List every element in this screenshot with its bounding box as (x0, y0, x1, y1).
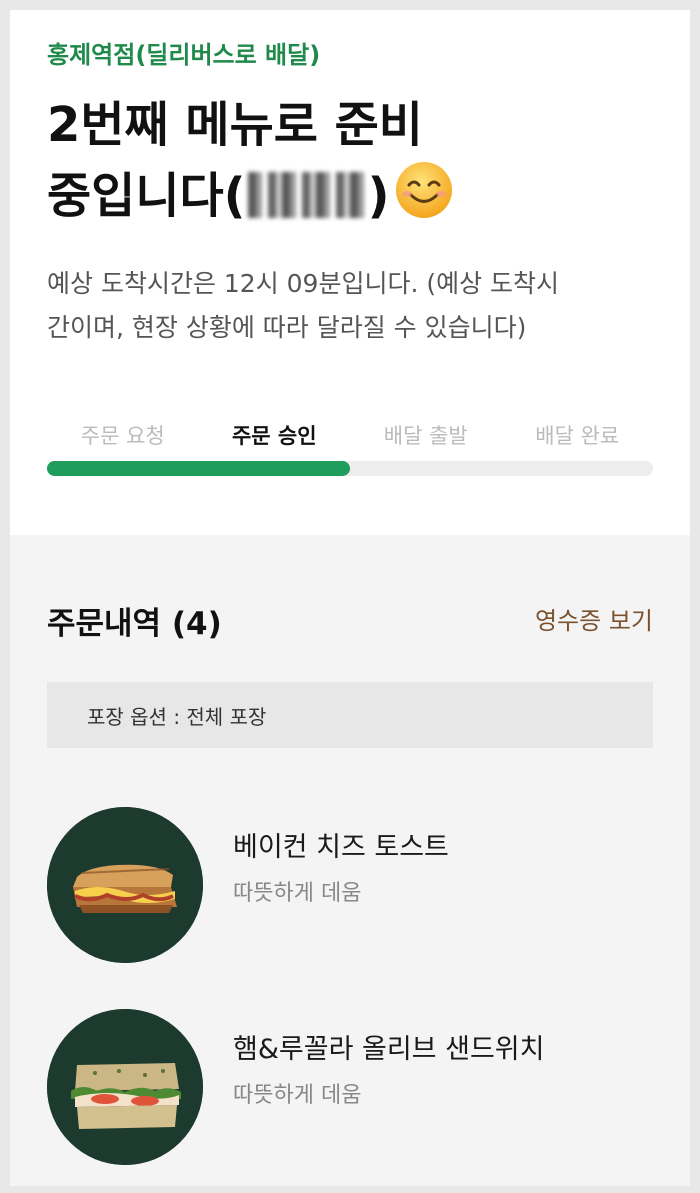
order-list-heading: 주문내역 (4) (47, 606, 222, 642)
item-name: 햄&루꼴라 올리브 샌드위치 (233, 1034, 545, 1065)
toast-image (47, 807, 203, 963)
eta-text: 예상 도착시간은 12시 09분입니다. (예상 도착시간이며, 현장 상황에 … (47, 269, 560, 342)
step-label: 배달 출발 (383, 424, 468, 448)
step-label: 배달 완료 (535, 424, 620, 448)
status-title-suffix: ) (367, 168, 390, 224)
order-item: 햄&루꼴라 올리브 샌드위치 따뜻하게 데움 (47, 1009, 653, 1165)
status-title-line2: 중입니다() (47, 160, 647, 231)
step-label: 주문 요청 (80, 424, 165, 448)
masked-order-number (247, 172, 366, 218)
item-name: 베이컨 치즈 토스트 (233, 832, 449, 863)
packaging-option-box: 포장 옵션 : 전체 포장 (47, 682, 653, 748)
item-option: 따뜻하게 데움 (233, 881, 362, 906)
order-item: 베이컨 치즈 토스트 따뜻하게 데움 (47, 807, 653, 963)
step-label: 주문 승인 (231, 424, 317, 448)
status-card: 홍제역점(딜리버스로 배달) 2번째 메뉴로 준비 중입니다() 예상 도착시간… (10, 10, 690, 535)
status-title: 2번째 메뉴로 준비 중입니다() (47, 90, 647, 231)
status-title-line1: 2번째 메뉴로 준비 (47, 97, 423, 153)
packaging-option-label: 포장 옵션 : 전체 포장 (87, 705, 267, 729)
item-option: 따뜻하게 데움 (233, 1083, 362, 1108)
progress-bar (47, 461, 653, 476)
order-status-screen: 홍제역점(딜리버스로 배달) 2번째 메뉴로 준비 중입니다() 예상 도착시간… (10, 10, 690, 1186)
smiling-face-icon (394, 160, 454, 220)
view-receipt-link[interactable]: 영수증 보기 (535, 601, 653, 636)
progress-bar-fill (47, 461, 350, 476)
store-name: 홍제역점(딜리버스로 배달) (47, 41, 321, 69)
sandwich-image (47, 1009, 203, 1165)
status-title-prefix: 중입니다( (47, 168, 246, 224)
progress-steps: 주문 요청 주문 승인 배달 출발 배달 완료 (47, 420, 653, 452)
